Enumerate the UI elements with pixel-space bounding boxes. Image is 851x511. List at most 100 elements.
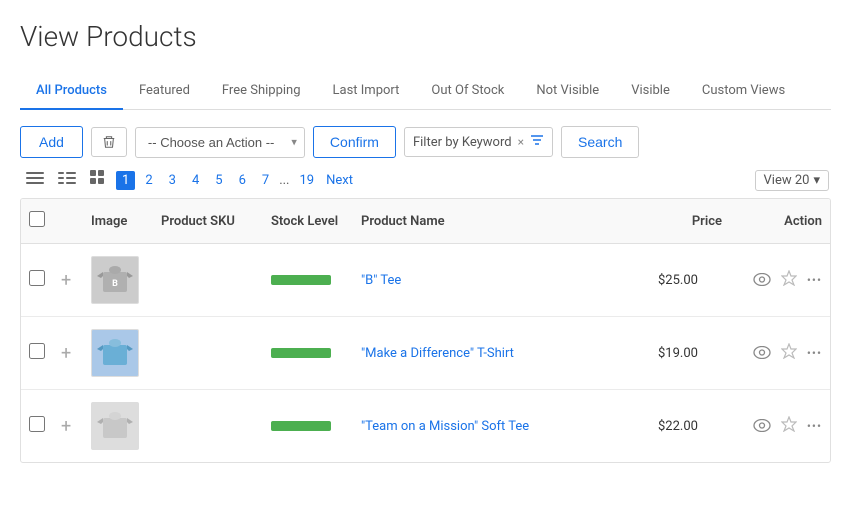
page-title: View Products: [20, 20, 831, 53]
page-1[interactable]: 1: [116, 171, 135, 190]
tab-not-visible[interactable]: Not Visible: [520, 73, 615, 110]
view-per-page-chevron: ▾: [813, 173, 820, 188]
row2-product-image: [91, 329, 139, 377]
tab-free-shipping[interactable]: Free Shipping: [206, 73, 317, 110]
table-row: + B: [21, 244, 830, 317]
trash-icon: [102, 135, 116, 149]
row2-plus-icon[interactable]: +: [61, 343, 71, 364]
table-row: +: [21, 317, 830, 390]
page-2[interactable]: 2: [139, 171, 158, 190]
row1-actions: •••: [730, 244, 830, 317]
name-col-header: Product Name: [353, 199, 650, 244]
products-table: Image Product SKU Stock Level Product Na…: [21, 199, 830, 462]
row2-product-link[interactable]: "Make a Difference" T-Shirt: [361, 346, 514, 361]
add-button[interactable]: Add: [20, 126, 83, 158]
row1-star-icon[interactable]: [781, 270, 797, 290]
row1-plus-cell: +: [53, 244, 83, 317]
row2-price: $19.00: [650, 317, 730, 390]
next-button[interactable]: Next: [326, 173, 353, 188]
list-view2-icon[interactable]: [54, 169, 80, 192]
filter-keyword-box: Filter by Keyword ×: [404, 127, 553, 157]
tabs-bar: All Products Featured Free Shipping Last…: [20, 73, 831, 110]
page-6[interactable]: 6: [233, 171, 252, 190]
row3-stock-bar: [271, 421, 331, 431]
row3-action-icons: •••: [738, 416, 822, 436]
row2-stock-bar: [271, 348, 331, 358]
row1-action-icons: •••: [738, 270, 822, 290]
tab-featured[interactable]: Featured: [123, 73, 206, 110]
confirm-button[interactable]: Confirm: [313, 126, 396, 158]
price-col-header: Price: [650, 199, 730, 244]
view-per-page-label: View 20: [764, 173, 810, 188]
delete-button[interactable]: [91, 127, 127, 157]
row3-star-icon[interactable]: [781, 416, 797, 436]
row1-stock-bar: [271, 275, 331, 285]
row3-checkbox[interactable]: [29, 416, 45, 432]
row3-eye-icon[interactable]: [753, 417, 771, 436]
row3-plus-icon[interactable]: +: [61, 416, 71, 437]
row3-image-cell: [83, 390, 153, 463]
row3-price: $22.00: [650, 390, 730, 463]
sku-col-header: Product SKU: [153, 199, 263, 244]
row2-plus-cell: +: [53, 317, 83, 390]
row1-name: "B" Tee: [353, 244, 650, 317]
row1-stock: [263, 244, 353, 317]
row2-action-icons: •••: [738, 343, 822, 363]
row2-actions: •••: [730, 317, 830, 390]
svg-text:B: B: [112, 279, 118, 289]
select-all-checkbox[interactable]: [29, 211, 45, 227]
row1-product-image: B: [91, 256, 139, 304]
row1-image-cell: B: [83, 244, 153, 317]
row3-more-icon[interactable]: •••: [807, 419, 822, 433]
filter-keyword-label: Filter by Keyword: [413, 135, 512, 150]
filter-clear-icon[interactable]: ×: [518, 135, 524, 149]
row1-eye-icon[interactable]: [753, 271, 771, 290]
tab-visible[interactable]: Visible: [615, 73, 686, 110]
row1-checkbox[interactable]: [29, 270, 45, 286]
page-19[interactable]: 19: [293, 171, 320, 190]
row1-product-link[interactable]: "B" Tee: [361, 273, 401, 288]
search-button[interactable]: Search: [561, 126, 639, 158]
row3-stock: [263, 390, 353, 463]
row3-sku: [153, 390, 263, 463]
row1-price: $25.00: [650, 244, 730, 317]
tab-custom-views[interactable]: Custom Views: [686, 73, 801, 110]
row1-checkbox-cell: [21, 244, 53, 317]
action-col-header: Action: [730, 199, 830, 244]
row3-plus-cell: +: [53, 390, 83, 463]
row1-plus-icon[interactable]: +: [61, 270, 71, 291]
page-ellipsis: ...: [279, 173, 289, 188]
row2-checkbox[interactable]: [29, 343, 45, 359]
row2-star-icon[interactable]: [781, 343, 797, 363]
stock-col-header: Stock Level: [263, 199, 353, 244]
row3-actions: •••: [730, 390, 830, 463]
row3-name: "Team on a Mission" Soft Tee: [353, 390, 650, 463]
grid-view-icon[interactable]: [86, 168, 110, 192]
row2-eye-icon[interactable]: [753, 344, 771, 363]
pagination: 1 2 3 4 5 6 7 ... 19 Next: [116, 171, 353, 190]
row3-product-link[interactable]: "Team on a Mission" Soft Tee: [361, 419, 529, 434]
add-col-header: [53, 199, 83, 244]
row3-price-value: $22.00: [658, 419, 698, 434]
filter-funnel-icon[interactable]: [530, 133, 544, 151]
row1-sku: [153, 244, 263, 317]
page-4[interactable]: 4: [186, 171, 205, 190]
row3-checkbox-cell: [21, 390, 53, 463]
list-view1-icon[interactable]: [22, 169, 48, 192]
row2-more-icon[interactable]: •••: [807, 346, 822, 360]
choose-action-select[interactable]: -- Choose an Action --: [135, 127, 305, 158]
products-table-wrapper: Image Product SKU Stock Level Product Na…: [20, 198, 831, 463]
page-3[interactable]: 3: [163, 171, 182, 190]
choose-action-wrapper: -- Choose an Action -- ▾: [135, 127, 305, 158]
view-per-page[interactable]: View 20 ▾: [755, 170, 829, 191]
row2-checkbox-cell: [21, 317, 53, 390]
row1-more-icon[interactable]: •••: [807, 273, 822, 287]
page-5[interactable]: 5: [209, 171, 228, 190]
page-7[interactable]: 7: [256, 171, 275, 190]
tab-out-of-stock[interactable]: Out Of Stock: [415, 73, 520, 110]
select-all-header: [21, 199, 53, 244]
tab-all-products[interactable]: All Products: [20, 73, 123, 110]
table-row: +: [21, 390, 830, 463]
row1-price-value: $25.00: [658, 273, 698, 288]
tab-last-import[interactable]: Last Import: [317, 73, 416, 110]
